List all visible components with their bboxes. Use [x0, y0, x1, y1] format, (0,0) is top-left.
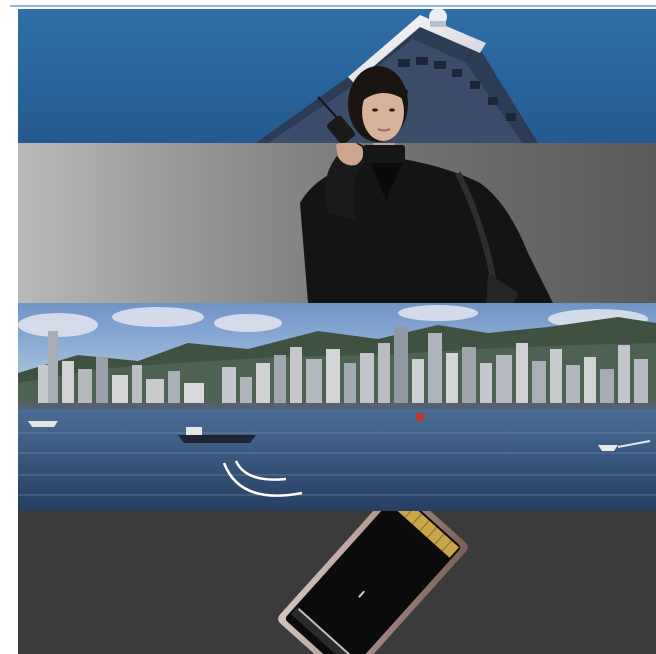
mobile-phone — [363, 145, 405, 163]
gray-gradient-panel — [18, 143, 656, 303]
pc-card-illustration — [278, 511, 468, 654]
woman-on-phone-illustration — [300, 143, 553, 303]
city-harbor-panel — [18, 303, 656, 511]
harbor-water — [18, 409, 656, 511]
sky-building-panel — [18, 9, 656, 143]
building-illustration — [256, 9, 538, 143]
skyline-illustration — [18, 305, 656, 511]
dark-product-panel — [18, 511, 656, 654]
top-frame-line — [10, 5, 656, 7]
photo-collage — [18, 9, 656, 654]
